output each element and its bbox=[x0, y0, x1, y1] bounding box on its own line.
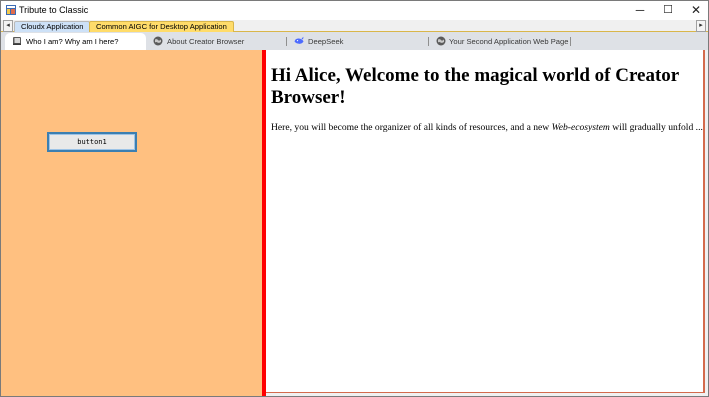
close-button[interactable]: ✕ bbox=[682, 1, 709, 20]
web-content-view[interactable]: Hi Alice, Welcome to the magical world o… bbox=[266, 50, 705, 393]
globe-icon bbox=[436, 36, 446, 46]
maximize-button[interactable]: ☐ bbox=[654, 1, 682, 20]
web-ecosystem-emphasis: Web-ecosystem bbox=[551, 122, 610, 133]
title-bar[interactable]: Tribute to Classic ─ ☐ ✕ bbox=[1, 1, 708, 20]
outer-tab-common-aigc[interactable]: Common AIGC for Desktop Application bbox=[89, 21, 234, 32]
tab-scroll-left-button[interactable]: ◂ bbox=[3, 20, 13, 32]
tab-deepseek[interactable]: DeepSeek bbox=[291, 33, 426, 50]
welcome-paragraph: Here, you will become the organizer of a… bbox=[271, 122, 703, 134]
tab-label: DeepSeek bbox=[308, 37, 344, 46]
tab-label: About Creator Browser bbox=[167, 37, 245, 46]
button1-button[interactable]: button1 bbox=[47, 132, 137, 152]
app-window: Tribute to Classic ─ ☐ ✕ ◂ Cloudx Applic… bbox=[0, 0, 709, 397]
tab-label: Your Second Application Web Page bbox=[449, 37, 569, 46]
app-icon bbox=[6, 5, 16, 15]
tab-label: Who I am? Why am I here? bbox=[26, 37, 119, 46]
globe-icon bbox=[153, 36, 163, 46]
tab-separator bbox=[286, 37, 287, 46]
book-icon bbox=[13, 37, 21, 45]
browser-tab-strip: Who I am? Why am I here? About Creator B… bbox=[1, 32, 708, 50]
tab-second-application[interactable]: Your Second Application Web Page bbox=[433, 33, 583, 50]
tab-separator bbox=[570, 37, 571, 46]
tab-who-am-i[interactable]: Who I am? Why am I here? bbox=[5, 33, 146, 50]
outer-tab-cloudx[interactable]: Cloudx Application bbox=[14, 21, 91, 32]
paragraph-text-end: will gradually unfold ... bbox=[609, 122, 703, 133]
window-title: Tribute to Classic bbox=[19, 5, 89, 15]
minimize-button[interactable]: ─ bbox=[626, 1, 654, 20]
deepseek-whale-icon bbox=[294, 36, 304, 44]
tab-about-creator-browser[interactable]: About Creator Browser bbox=[150, 33, 285, 50]
tab-scroll-right-button[interactable]: ▸ bbox=[696, 20, 706, 32]
left-panel: button1 bbox=[1, 50, 262, 396]
welcome-heading: Hi Alice, Welcome to the magical world o… bbox=[271, 65, 679, 108]
outer-tab-strip: ◂ Cloudx Application Common AIGC for Des… bbox=[1, 20, 708, 32]
tab-separator bbox=[428, 37, 429, 46]
paragraph-text: Here, you will become the organizer of a… bbox=[271, 122, 552, 133]
